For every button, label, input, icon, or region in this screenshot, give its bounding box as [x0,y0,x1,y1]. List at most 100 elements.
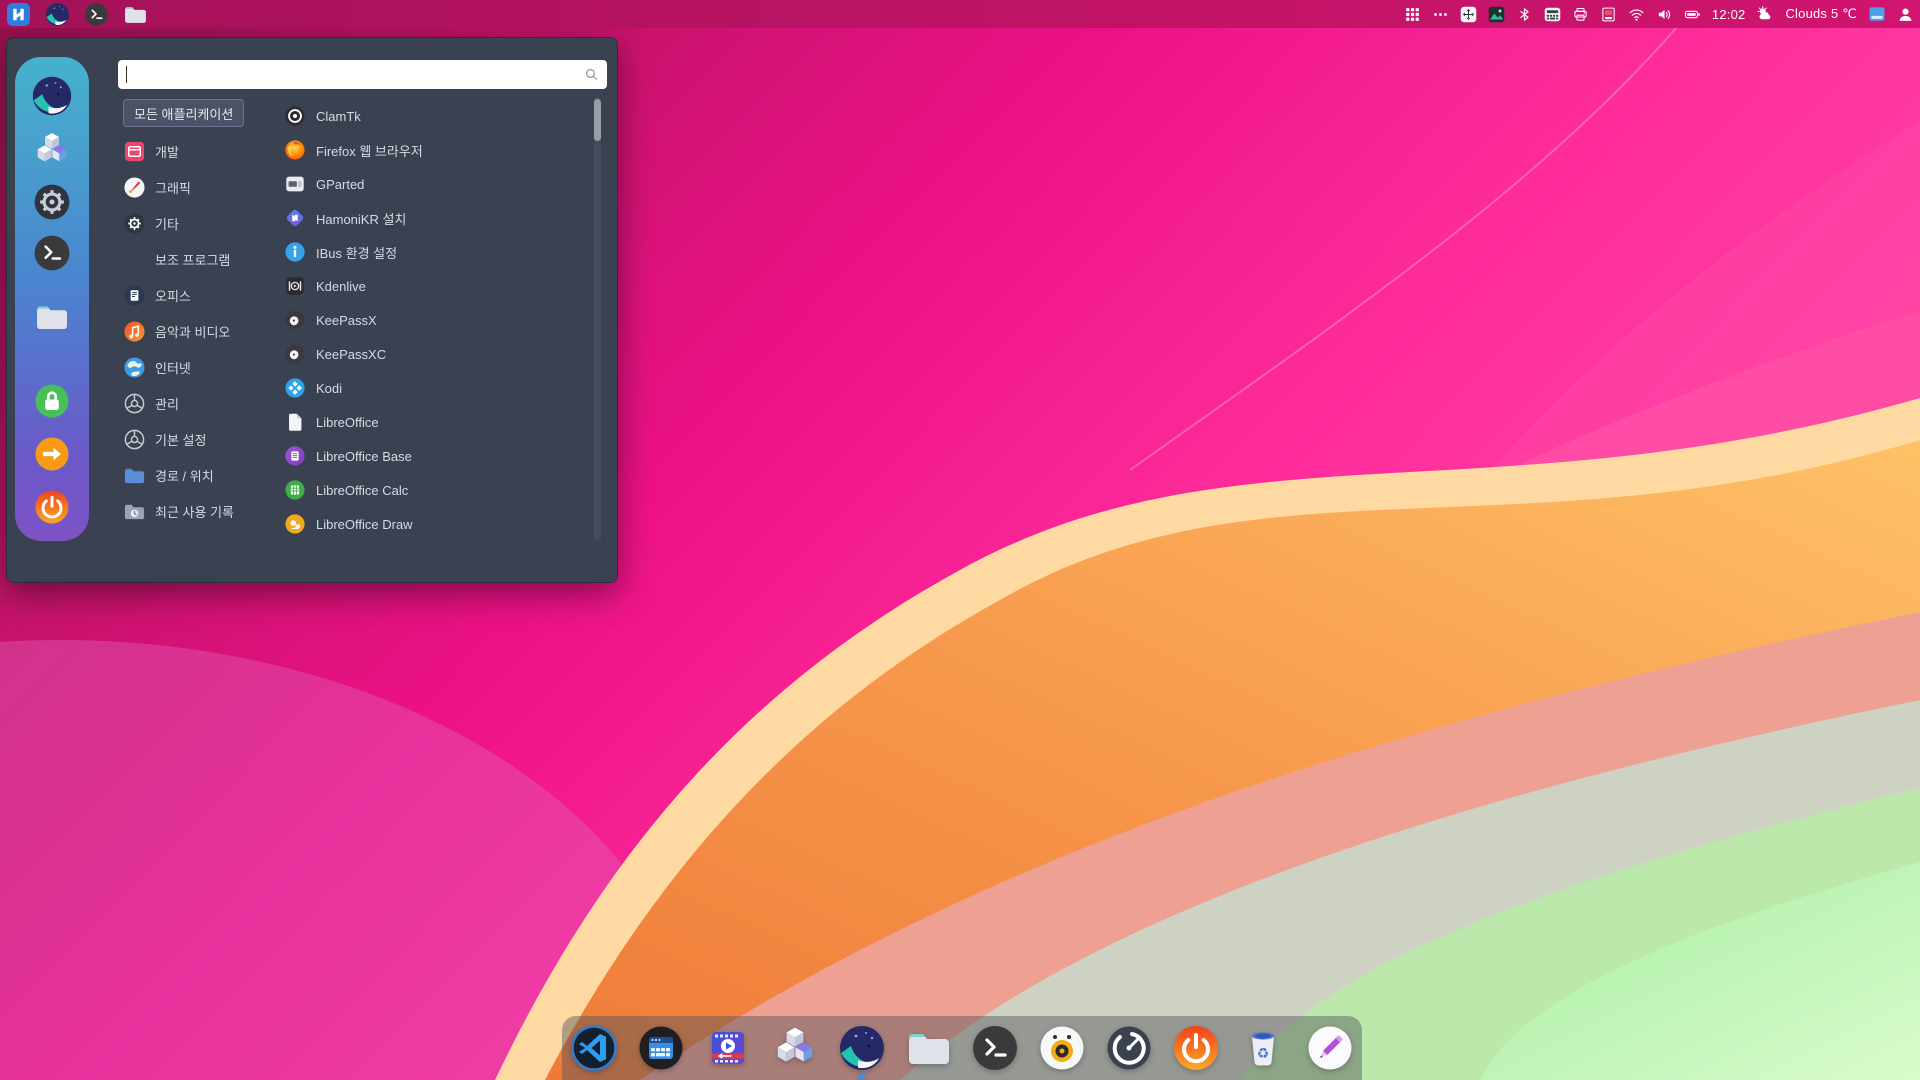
category-item[interactable]: 최근 사용 기록 [123,493,275,529]
whale-browser-icon-whale-browser[interactable] [838,1024,886,1072]
hamonikr-logo-icon-hamonikr-menu[interactable] [6,2,31,27]
software-cubes-button[interactable] [32,130,72,170]
category-item[interactable]: 보조 프로그램 [123,241,275,277]
file-manager-icon-file-manager[interactable] [905,1024,953,1072]
app-label: LibreOffice Draw [316,517,413,532]
file-manager-icon-file-manager[interactable] [123,2,148,27]
libreoffice-icon [284,411,306,433]
category-item[interactable]: 인터넷 [123,349,275,385]
cubes-icon-software-cubes[interactable] [771,1024,819,1072]
app-list: ClamTk Firefox 웹 브라우저 GParted HamoniKR 설… [284,99,584,541]
category-item[interactable]: 경로 / 위치 [123,457,275,493]
clock[interactable]: 12:02 [1712,7,1746,22]
pencil-editor-icon-text-editor[interactable] [1306,1024,1354,1072]
other-icon [123,212,146,235]
user-icon[interactable] [1897,6,1914,23]
power-icon-power[interactable] [1172,1024,1220,1072]
grid-apps-icon[interactable] [1404,6,1421,23]
app-label: Kodi [316,381,342,396]
category-label: 오피스 [155,286,191,305]
category-label: 관리 [155,394,179,413]
more-icon[interactable] [1432,6,1449,23]
category-item[interactable]: 음악과 비디오 [123,313,275,349]
printer-icon[interactable] [1572,6,1589,23]
internet-icon [123,356,146,379]
app-label: ClamTk [316,109,361,124]
app-list-item[interactable]: IBus 환경 설정 [284,235,584,269]
app-list-item[interactable]: HamoniKR 설치 [284,201,584,235]
keepassxc-icon [284,343,306,365]
whale-browser-button[interactable] [31,75,73,117]
app-list-item[interactable]: GParted [284,167,584,201]
menu-sidebar [15,57,89,541]
lo-draw-icon [284,513,306,535]
category-item[interactable]: 개발 [123,133,275,169]
scrollbar-thumb[interactable] [594,99,601,141]
category-item[interactable]: 관리 [123,385,275,421]
battery-icon[interactable] [1684,6,1701,23]
all-applications-button[interactable]: 모든 애플리케이션 [123,99,244,127]
app-list-item[interactable]: KeePassXC [284,337,584,371]
move-handle-icon[interactable] [1460,6,1477,23]
terminal-icon-terminal[interactable] [84,2,109,27]
app-list-item[interactable]: LibreOffice Calc [284,473,584,507]
terminal-icon-terminal[interactable] [971,1024,1019,1072]
system-settings-button[interactable] [33,183,71,221]
app-label: LibreOffice Base [316,449,412,464]
video-editor-icon-video-editor[interactable] [704,1024,752,1072]
category-label: 기본 설정 [155,430,206,449]
kodi-icon [284,377,306,399]
onscreen-keyboard-icon-onscreen-keyboard[interactable] [637,1024,685,1072]
shutdown-button[interactable] [34,489,70,525]
terminal-button[interactable] [33,234,71,272]
lock-screen-button[interactable] [34,383,70,419]
preferences-icon [123,428,146,451]
svg-text:♻: ♻ [1257,1046,1270,1062]
display-icon[interactable] [1868,5,1886,23]
app-label: HamoniKR 설치 [316,209,406,228]
vscode-icon-vscode[interactable] [570,1024,618,1072]
music-icon [123,320,146,343]
app-list-item[interactable]: KeePassX [284,303,584,337]
search-box[interactable] [118,60,607,89]
app-list-item[interactable]: LibreOffice Draw [284,507,584,541]
category-item[interactable]: 기타 [123,205,275,241]
admin-icon [123,392,146,415]
volume-icon[interactable] [1656,6,1673,23]
gparted-icon [284,173,306,195]
category-label: 그래픽 [155,178,191,197]
desktop: 12:02 Clouds 5 ℃ 모든 애플리케이션 [0,0,1920,1080]
category-column: 모든 애플리케이션 개발 그래픽 기타 [123,99,275,529]
weather-label[interactable]: Clouds 5 ℃ [1785,6,1857,22]
app-list-item[interactable]: Kodi [284,371,584,405]
photos-icon[interactable] [1488,6,1505,23]
scanner-icon[interactable] [1600,6,1617,23]
app-list-item[interactable]: LibreOffice Base [284,439,584,473]
keyboard-icon[interactable] [1544,6,1561,23]
app-label: Firefox 웹 브라우저 [316,141,423,160]
system-gauge-icon-system-gauge[interactable] [1105,1024,1153,1072]
bluetooth-icon[interactable] [1516,6,1533,23]
panel-launchers [6,2,148,27]
graphics-icon [123,176,146,199]
wifi-icon[interactable] [1628,6,1645,23]
app-list-item[interactable]: Kdenlive [284,269,584,303]
category-label: 기타 [155,214,179,233]
app-list-item[interactable]: ClamTk [284,99,584,133]
category-item[interactable]: 그래픽 [123,169,275,205]
category-label: 보조 프로그램 [155,250,230,269]
owl-media-icon-owl-media-app[interactable] [1038,1024,1086,1072]
app-list-item[interactable]: LibreOffice [284,405,584,439]
app-menu: 모든 애플리케이션 개발 그래픽 기타 [6,37,618,583]
file-manager-button[interactable] [34,299,70,335]
sun-cloud-icon [1756,5,1774,23]
trash-icon-trash[interactable]: ♻ [1239,1024,1287,1072]
search-input[interactable] [126,66,607,84]
logout-button[interactable] [34,436,70,472]
whale-browser-icon-whale-browser[interactable] [45,2,70,27]
category-item[interactable]: 오피스 [123,277,275,313]
app-list-item[interactable]: Firefox 웹 브라우저 [284,133,584,167]
app-label: Kdenlive [316,279,366,294]
accessories-icon [123,248,146,271]
category-item[interactable]: 기본 설정 [123,421,275,457]
